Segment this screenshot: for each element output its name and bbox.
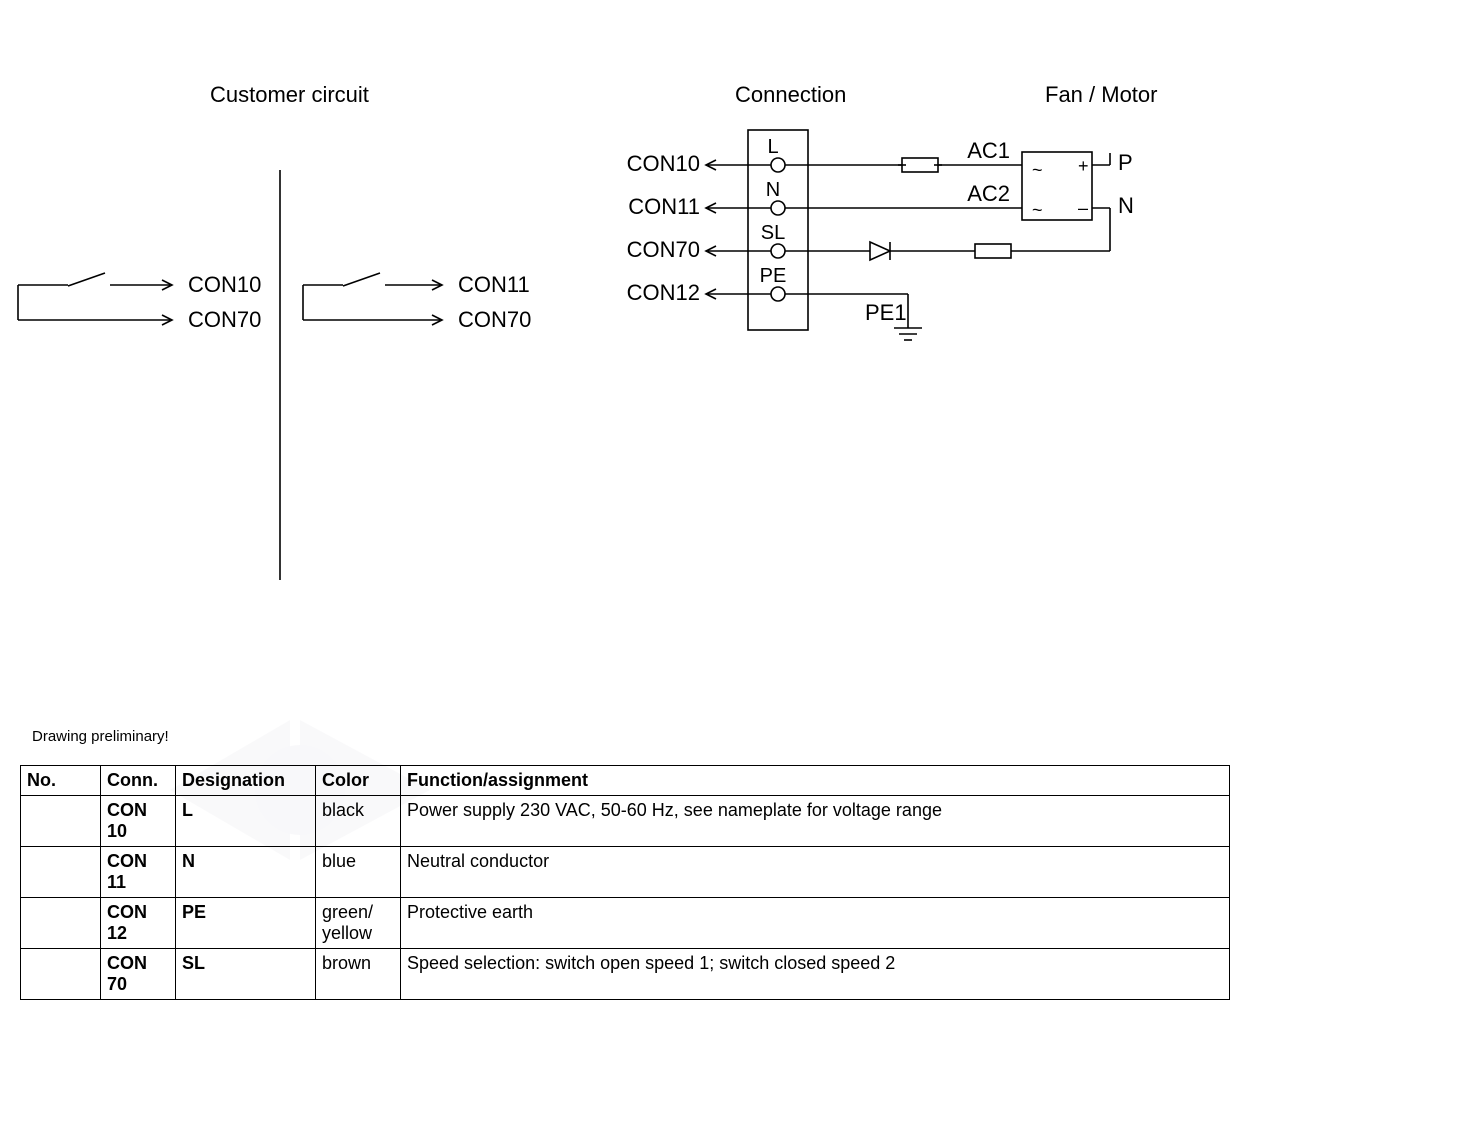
label-con70: CON70 [627,237,700,262]
cell-designation: L [176,796,316,847]
heading-customer-circuit: Customer circuit [210,82,369,108]
cell-conn: CON 10 [101,796,176,847]
heading-connection: Connection [735,82,846,108]
cell-color: black [316,796,401,847]
cell-designation: SL [176,949,316,1000]
table-row: CON 10 L black Power supply 230 VAC, 50-… [21,796,1230,847]
label-con10: CON10 [627,151,700,176]
label-ac1: AC1 [967,138,1010,163]
cell-color: green/ yellow [316,898,401,949]
th-no: No. [21,766,101,796]
cell-no [21,949,101,1000]
label-sw2-out2: CON70 [458,307,531,332]
table-header-row: No. Conn. Designation Color Function/ass… [21,766,1230,796]
label-con11: CON11 [628,194,700,219]
table-row: CON 12 PE green/ yellow Protective earth [21,898,1230,949]
rect-sym-tr: + [1078,156,1089,176]
cell-conn: CON 11 [101,847,176,898]
rect-sym-br: – [1078,198,1088,218]
cell-function: Power supply 230 VAC, 50-60 Hz, see name… [401,796,1230,847]
connection-table: No. Conn. Designation Color Function/ass… [20,765,1230,1000]
term-N: N [766,179,780,201]
cell-function: Protective earth [401,898,1230,949]
label-sw2-out1: CON11 [458,272,530,297]
term-SL: SL [761,222,785,244]
label-P: P [1118,150,1133,175]
term-L: L [767,136,778,158]
cell-function: Speed selection: switch open speed 1; sw… [401,949,1230,1000]
wiring-diagram: CON10 CON70 CON11 CON70 L [0,120,1469,590]
th-color: Color [316,766,401,796]
cell-no [21,847,101,898]
cell-no [21,796,101,847]
th-conn: Conn. [101,766,176,796]
cell-function: Neutral conductor [401,847,1230,898]
cell-designation: PE [176,898,316,949]
th-function: Function/assignment [401,766,1230,796]
label-ac2: AC2 [967,181,1010,206]
cell-conn: CON 70 [101,949,176,1000]
term-PE: PE [760,265,787,287]
rect-sym-tl: ~ [1032,160,1043,180]
rect-sym-bl: ~ [1032,200,1043,220]
table-row: CON 70 SL brown Speed selection: switch … [21,949,1230,1000]
label-N: N [1118,193,1134,218]
cell-designation: N [176,847,316,898]
label-sw1-out1: CON10 [188,272,261,297]
table-row: CON 11 N blue Neutral conductor [21,847,1230,898]
label-pe1: PE1 [865,300,907,325]
cell-color: blue [316,847,401,898]
cell-color: brown [316,949,401,1000]
cell-no [21,898,101,949]
label-sw1-out2: CON70 [188,307,261,332]
label-con12: CON12 [627,280,700,305]
heading-fan-motor: Fan / Motor [1045,82,1157,108]
cell-conn: CON 12 [101,898,176,949]
th-designation: Designation [176,766,316,796]
preliminary-note: Drawing preliminary! [32,728,169,745]
